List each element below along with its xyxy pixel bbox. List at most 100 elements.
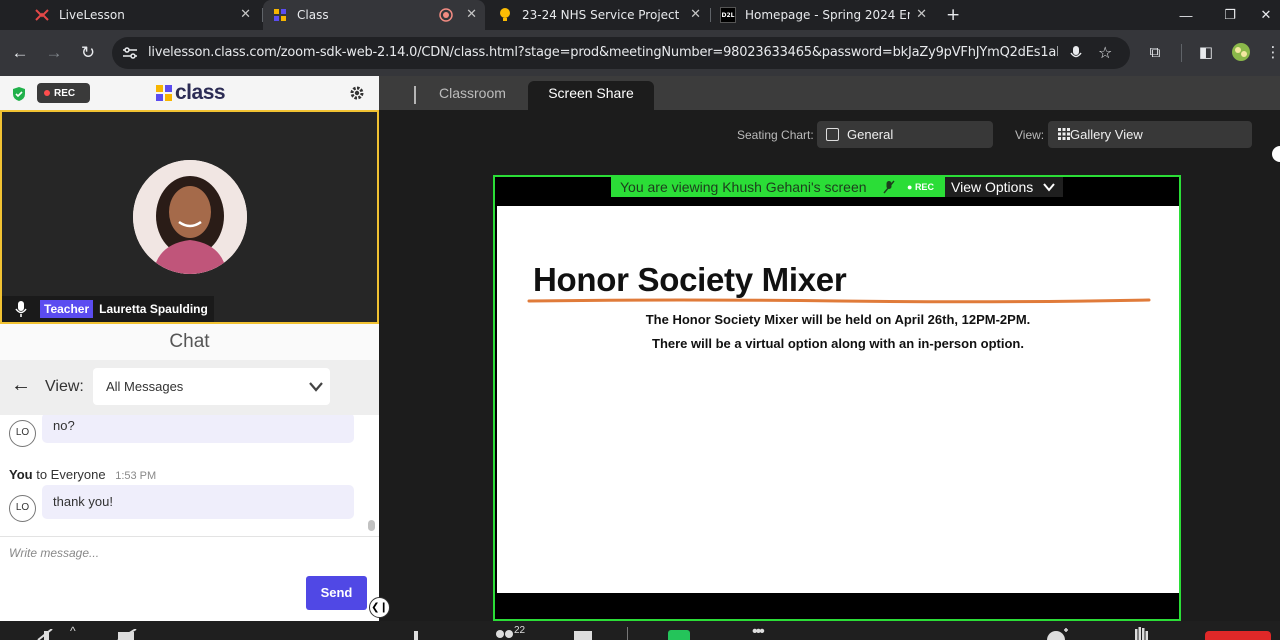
chevron-up-icon[interactable]: ^ [70,624,76,638]
seating-chart-select[interactable]: General [817,121,993,148]
title-underline [527,298,1151,304]
teacher-avatar [133,160,247,274]
view-mode-select[interactable]: Gallery View [1048,121,1252,148]
back-arrow-icon[interactable]: ← [11,374,31,397]
chevron-down-icon [309,382,323,392]
new-tab-button[interactable]: + [946,0,964,30]
lightbulb-favicon-icon [500,8,510,21]
tab-title: Homepage - Spring 2024 Englis [745,8,910,22]
chat-scrollbar[interactable] [366,415,376,536]
view-mode-value: Gallery View [1070,127,1143,142]
banner-text: You are viewing Khush Gehani's screen [620,179,867,195]
microphone-icon[interactable] [1069,45,1083,61]
site-settings-icon[interactable] [122,46,138,60]
shield-check-icon [13,87,25,101]
teacher-role-badge: Teacher [40,300,94,318]
grid-icon [1058,128,1070,140]
stop-video-icon[interactable] [116,629,140,640]
chat-icon[interactable] [574,631,592,640]
gear-icon[interactable] [349,85,365,101]
tab-d2l-homepage[interactable]: D2L Homepage - Spring 2024 Englis ✕ [720,0,939,30]
d2l-favicon-icon: D2L [720,7,736,23]
slide-title: Honor Society Mixer [533,261,847,298]
participants-icon[interactable] [495,628,515,640]
send-button[interactable]: Send [306,576,367,610]
leave-button[interactable] [1205,631,1271,640]
viewing-screen-banner: You are viewing Khush Gehani's screen ● … [611,177,945,197]
teacher-video-tile[interactable]: Teacher Lauretta Spaulding [0,110,379,324]
class-favicon-icon [274,9,286,21]
toolbar-divider [627,627,628,640]
tab-class[interactable]: Class ✕ [263,0,485,30]
close-window-icon[interactable]: ✕ [1246,0,1280,30]
side-panel-icon[interactable]: ◧ [1195,42,1217,64]
close-tab-icon[interactable]: ✕ [240,7,251,22]
toolbar-divider [1181,44,1182,62]
chat-composer[interactable]: Write message... Send [0,536,379,621]
tab-divider [710,8,711,22]
more-options-icon[interactable]: ••• [752,623,765,640]
rec-label: REC [54,87,76,99]
seating-chart-value: General [847,127,894,142]
restore-icon[interactable]: ❐ [1210,0,1250,30]
close-tab-icon[interactable]: ✕ [466,7,477,22]
forward-icon[interactable]: → [43,42,65,64]
raise-hand-icon[interactable] [1133,626,1149,640]
tab-screen-share[interactable]: Screen Share [528,81,654,110]
mute-microphone-icon[interactable] [36,629,56,640]
tab-title: Class [297,8,329,22]
list-item: thank you! [42,485,354,519]
participant-name-bar: Teacher Lauretta Spaulding [2,296,214,322]
url-text: livelesson.class.com/zoom-sdk-web-2.14.0… [148,45,1058,60]
logo-text: class [175,81,226,104]
bookmark-star-icon[interactable]: ☆ [1098,43,1112,63]
recording-indicator-icon [439,8,453,22]
meeting-controls-bar: ^ 22 ••• [0,621,1280,640]
shared-screen-frame: You are viewing Khush Gehani's screen ● … [493,175,1181,621]
filter-selected-value: All Messages [106,379,184,394]
reactions-icon[interactable] [1047,628,1069,640]
seating-chart-label: Seating Chart: [737,128,814,142]
left-panel-header: REC class [0,76,379,110]
avatar: LO [9,420,36,447]
tab-nhs-service-project[interactable]: 23-24 NHS Service Project ✕ [497,0,709,30]
chevron-down-icon [1043,183,1055,192]
sender-recipient: to Everyone [36,467,106,482]
banner-rec-badge: ● REC [907,182,934,192]
view-mode-label: View: [1015,128,1045,142]
screen-share-active-icon[interactable] [668,630,690,640]
expand-panel-icon[interactable] [1272,146,1280,162]
banner-rec-label: REC [914,182,934,192]
class-logo-icon [156,85,172,101]
extensions-icon[interactable]: ⧉ [1144,42,1166,64]
slide-body-line: The Honor Society Mixer will be held on … [645,312,1031,327]
message-text: thank you! [53,494,113,509]
profile-avatar-icon[interactable] [1231,42,1251,62]
menu-kebab-icon[interactable]: ⋮ [1262,42,1280,64]
minimize-icon[interactable]: — [1166,0,1206,30]
avatar: LO [9,495,36,522]
microphone-icon[interactable] [14,300,28,318]
share-icon[interactable] [414,631,418,640]
collapse-panel-icon[interactable]: ❮❙ [369,597,390,618]
checkbox-icon[interactable] [826,128,839,141]
close-tab-icon[interactable]: ✕ [690,7,701,22]
address-bar[interactable]: livelesson.class.com/zoom-sdk-web-2.14.0… [112,37,1130,69]
message-sender: You to Everyone 1:53 PM [9,467,156,482]
close-tab-icon[interactable]: ✕ [916,7,927,22]
browser-tab-strip: LiveLesson ✕ Class ✕ 23-24 NHS Service P… [0,0,1280,30]
presentation-slide: Honor Society Mixer The Honor Society Mi… [497,206,1179,593]
message-filter-select[interactable]: All Messages [93,368,330,405]
participants-count: 22 [514,625,526,636]
back-icon[interactable]: ← [9,42,31,64]
reload-icon[interactable]: ↻ [77,42,99,64]
tab-livelesson[interactable]: LiveLesson ✕ [34,0,259,30]
slide-body-line: There will be a virtual option along wit… [652,336,1024,351]
scroll-thumb[interactable] [368,520,375,531]
teacher-name: Lauretta Spaulding [99,302,208,316]
view-options-button[interactable]: View Options [945,177,1063,197]
left-panel: REC class Teacher Lauretta Spaulding Cha… [0,76,379,621]
tab-classroom[interactable]: Classroom [439,81,506,110]
chat-message-list[interactable]: LO no? You to Everyone 1:53 PM LO thank … [0,415,379,536]
teacher-photo [133,160,247,274]
